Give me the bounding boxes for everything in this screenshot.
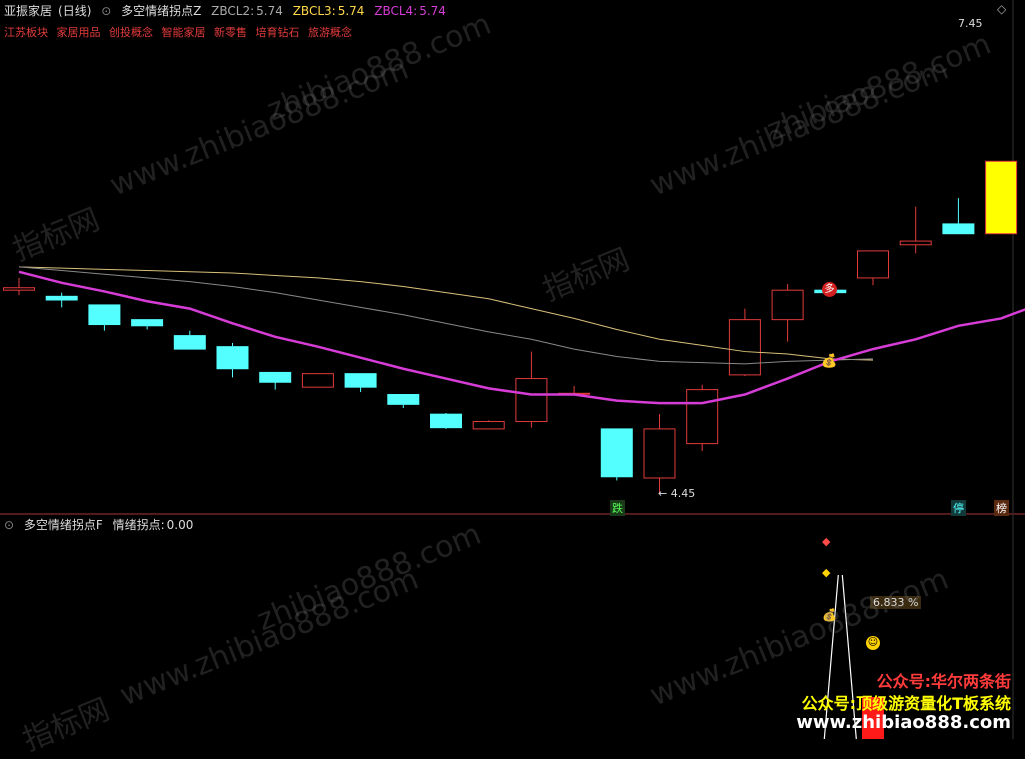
promo-line-1: 公众号:华尔两条街 (877, 668, 1011, 692)
candle-body[interactable] (687, 390, 718, 444)
signal-bang-tag: 榜 (994, 500, 1009, 516)
zbcl4-label: ZBCL4: (374, 4, 417, 18)
candle-body[interactable] (516, 379, 547, 422)
period-label[interactable]: (日线) (58, 4, 91, 18)
concept-tag[interactable]: 创投概念 (109, 26, 153, 39)
zbcl3-value: 5.74 (338, 4, 365, 18)
candle-body[interactable] (986, 161, 1017, 233)
concept-tag[interactable]: 新零售 (214, 26, 247, 39)
concept-tag[interactable]: 智能家居 (162, 26, 206, 39)
concept-tags: 江苏板块 家居用品 创投概念 智能家居 新零售 培育钻石 旅游概念 (4, 24, 357, 40)
low-price-label: ← 4.45 (658, 487, 695, 500)
candle-body[interactable] (46, 296, 77, 300)
candle-body[interactable] (644, 429, 675, 478)
candle-body[interactable] (174, 336, 205, 350)
gem-icon: ◆ (822, 566, 830, 579)
money-bag-icon-sub: 💰 (822, 608, 837, 622)
zbcl3-label: ZBCL3: (293, 4, 336, 18)
stock-name[interactable]: 亚振家居 (4, 4, 52, 18)
percent-label: 6.833 % (870, 596, 921, 609)
high-price-label: 7.45 (958, 17, 983, 30)
signal-duo-badge: 多 (822, 282, 837, 297)
candle-body[interactable] (302, 374, 333, 388)
sub-indicator-name[interactable]: 多空情绪拐点F (24, 518, 103, 532)
chart-stage[interactable]: 亚振家居(日线) ⊙ 多空情绪拐点Z ZBCL2:5.74 ZBCL3:5.74… (0, 0, 1025, 739)
promo-line-3: www.zhibiao888.com (796, 712, 1011, 733)
candle-body[interactable] (772, 290, 803, 319)
concept-tag[interactable]: 江苏板块 (4, 26, 48, 39)
indicator-chevron-icon[interactable]: ⊙ (101, 4, 111, 18)
signal-ting-tag: 停 (951, 500, 966, 516)
candle-body[interactable] (89, 305, 120, 325)
sub-label: 情绪拐点: (113, 518, 165, 532)
promo-line-2: 公众号:顶级游资量化T板系统 (802, 690, 1011, 714)
sub-value: 0.00 (167, 518, 194, 532)
candle-body[interactable] (388, 395, 419, 405)
candle-body[interactable] (473, 422, 504, 429)
concept-tag[interactable]: 家居用品 (57, 26, 101, 39)
sub-header: ⊙ 多空情绪拐点F 情绪拐点:0.00 (4, 516, 199, 533)
candle-body[interactable] (729, 320, 760, 375)
signal-die-tag: 跌 (610, 500, 625, 516)
low-price-value: 4.45 (671, 487, 696, 500)
candle-body[interactable] (345, 374, 376, 388)
price-chart[interactable] (0, 0, 1025, 739)
zoom-diamond-icon[interactable]: ◇ (997, 2, 1006, 16)
zbcl4-value: 5.74 (419, 4, 446, 18)
candle-body[interactable] (4, 288, 35, 290)
candle-body[interactable] (132, 320, 163, 326)
concept-tag[interactable]: 培育钻石 (256, 26, 300, 39)
zbcl2-label: ZBCL2: (211, 4, 254, 18)
candle-body[interactable] (601, 429, 632, 477)
main-header: 亚振家居(日线) ⊙ 多空情绪拐点Z ZBCL2:5.74 ZBCL3:5.74… (4, 2, 452, 19)
zbcl2-value: 5.74 (256, 4, 283, 18)
candle-body[interactable] (260, 372, 291, 382)
candle-body[interactable] (431, 414, 462, 428)
indicator-name[interactable]: 多空情绪拐点Z (121, 4, 201, 18)
candle-body[interactable] (217, 347, 248, 369)
candle-body[interactable] (943, 224, 974, 234)
money-bag-icon: 💰 (821, 354, 837, 369)
signal-duo-text: 多 (825, 284, 835, 295)
diamond-icon: ◆ (822, 535, 830, 548)
candle-body[interactable] (858, 251, 889, 278)
candle-body[interactable] (900, 241, 931, 245)
sub-indicator-chevron-icon[interactable]: ⊙ (4, 518, 14, 532)
smile-icon: ☺ (866, 636, 880, 650)
concept-tag[interactable]: 旅游概念 (308, 26, 352, 39)
